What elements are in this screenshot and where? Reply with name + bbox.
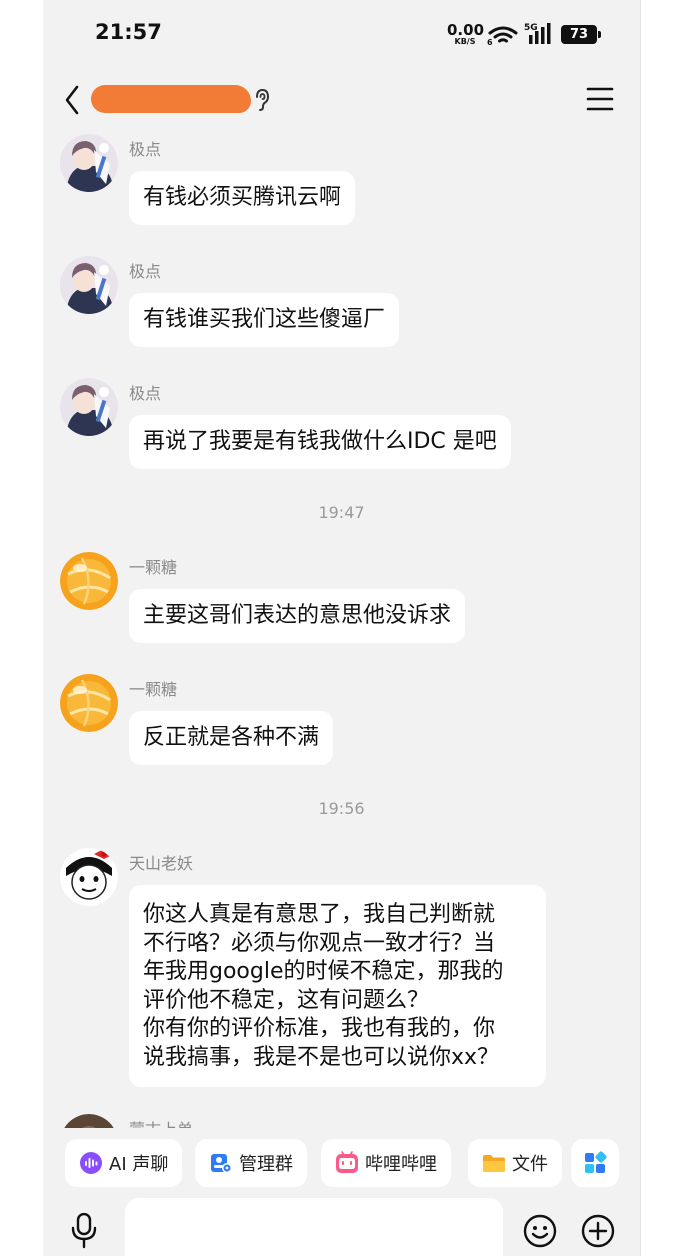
status-time: 21:57 (95, 20, 162, 44)
bilibili-icon (336, 1151, 358, 1173)
quick-action-label: AI 声聊 (109, 1154, 169, 1175)
screen-edge (640, 0, 641, 1256)
chat-screen: 21:57 0.00 KB/S 6 5G 73 极点 有钱必须买腾讯云啊 极点 … (43, 0, 640, 1256)
message-bubble[interactable]: 有钱谁买我们这些傻逼厂 (129, 293, 400, 347)
chevron-left-icon (65, 85, 79, 115)
avatar[interactable] (60, 674, 118, 732)
avatar[interactable] (60, 256, 118, 314)
battery-icon: 73 (561, 25, 601, 44)
cartoon-bow-avatar-icon (60, 848, 118, 906)
message-bubble[interactable]: 有钱必须买腾讯云啊 (129, 171, 356, 225)
sender-name[interactable]: 天山老妖 (129, 850, 193, 874)
message-input[interactable] (125, 1198, 503, 1256)
quick-action-label: 文件 (512, 1154, 548, 1175)
sender-name[interactable]: 极点 (129, 136, 161, 160)
sender-name[interactable]: 一颗糖 (129, 554, 177, 578)
quick-action-ai-voice[interactable]: AI 声聊 (65, 1139, 183, 1187)
message-bubble[interactable]: 反正就是各种不满 (129, 711, 334, 765)
message-bubble[interactable]: 你这人真是有意思了，我自己判断就 不行咯？必须与你观点一致才行？当 年我用goo… (129, 885, 546, 1087)
bottom-bar: AI 声聊 管理群 哔哩哔哩 文件 (43, 1128, 640, 1256)
hamburger-icon (586, 87, 614, 111)
ai-voice-icon (80, 1152, 102, 1174)
message-line: 评价他不稳定，这有问题么？ (143, 987, 430, 1013)
avatar[interactable] (60, 134, 118, 192)
quick-action-manage-group[interactable]: 管理群 (195, 1139, 307, 1187)
sender-name[interactable]: 极点 (129, 380, 161, 404)
svg-text:6: 6 (487, 38, 493, 46)
anime-avatar-icon (60, 134, 118, 192)
cellular-signal-icon: 5G (524, 21, 556, 51)
anime-avatar-icon (60, 256, 118, 314)
menu-button[interactable] (586, 86, 614, 112)
time-divider: 19:47 (318, 503, 365, 522)
chat-header (43, 68, 640, 134)
time-divider: 19:56 (318, 799, 365, 818)
message-bubble[interactable]: 再说了我要是有钱我做什么IDC 是吧 (129, 415, 511, 469)
message-list[interactable]: 极点 有钱必须买腾讯云啊 极点 有钱谁买我们这些傻逼厂 极点 再说了我要是有钱我… (43, 134, 640, 1128)
message-line: 你有你的评价标准，我也有我的，你 (143, 1016, 496, 1042)
avatar[interactable] (60, 848, 118, 906)
orange-ball-avatar-icon (60, 674, 118, 732)
battery-level: 73 (569, 27, 589, 42)
wifi-icon: 6 (487, 24, 519, 50)
emoji-icon (523, 1214, 557, 1248)
quick-action-more-apps[interactable] (571, 1139, 619, 1187)
back-button[interactable] (59, 82, 89, 118)
brown-avatar-icon (64, 1114, 114, 1128)
sender-name[interactable]: 极点 (129, 258, 161, 282)
voice-input-button[interactable] (69, 1212, 99, 1249)
plus-circle-icon (581, 1214, 615, 1248)
emoji-button[interactable] (523, 1214, 557, 1252)
sender-name[interactable]: 蒙古上单 (129, 1116, 193, 1128)
orange-ball-avatar-icon (60, 552, 118, 610)
message-line: 年我用google的时候不稳定，那我的 (143, 959, 504, 985)
sender-name[interactable]: 一颗糖 (129, 676, 177, 700)
network-speed-value: 0.00 (447, 21, 485, 39)
message-line: 说我搞事，我是不是也可以说你xx？ (143, 1044, 500, 1070)
avatar[interactable] (60, 552, 118, 610)
folder-icon (483, 1155, 505, 1172)
quick-action-file[interactable]: 文件 (468, 1139, 562, 1187)
message-bubble[interactable]: 主要这哥们表达的意思他没诉求 (129, 589, 466, 643)
status-bar: 21:57 0.00 KB/S 6 5G 73 (43, 0, 640, 68)
more-button[interactable] (581, 1214, 615, 1252)
redacted-title-mark (91, 85, 251, 113)
ear-icon[interactable] (253, 88, 271, 116)
message-line: 不行咯？必须与你观点一致才行？当 (143, 930, 496, 956)
quick-action-label: 哔哩哔哩 (365, 1154, 437, 1175)
quick-action-bilibili[interactable]: 哔哩哔哩 (321, 1139, 451, 1187)
message-line: 你这人真是有意思了，我自己判断就 (143, 902, 496, 927)
microphone-icon (71, 1212, 97, 1249)
network-speed: 0.00 KB/S (447, 21, 485, 47)
apps-grid-icon (585, 1151, 607, 1173)
avatar[interactable] (60, 378, 118, 436)
avatar[interactable] (60, 1114, 118, 1128)
quick-action-label: 管理群 (239, 1154, 293, 1175)
group-manage-icon (211, 1154, 232, 1173)
anime-avatar-icon (60, 378, 118, 436)
